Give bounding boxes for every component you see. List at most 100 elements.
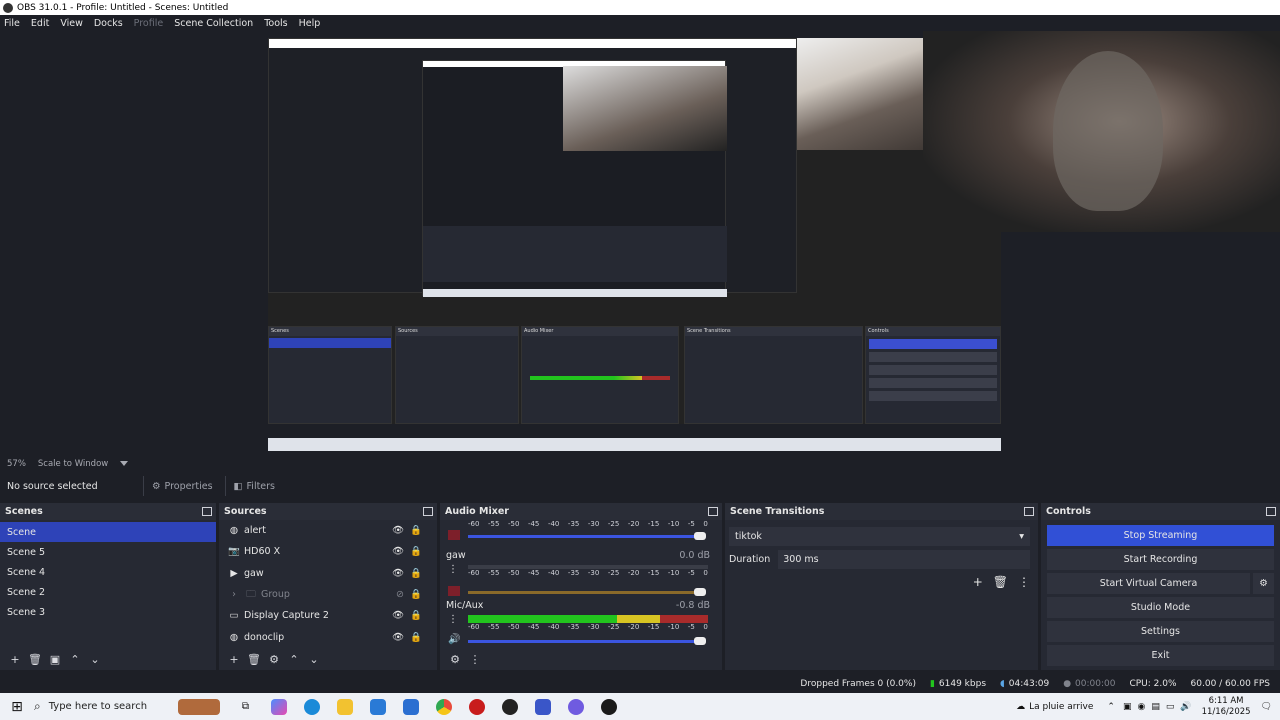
menu-docks[interactable]: Docks [94,18,123,29]
obs-taskbar-icon[interactable] [493,698,526,715]
transition-select[interactable]: tiktok ▾ [729,527,1030,546]
start-recording-button[interactable]: Start Recording [1047,549,1274,570]
menu-help[interactable]: Help [299,18,321,29]
add-icon[interactable]: + [6,651,24,667]
start-virtual-camera-button[interactable]: Start Virtual Camera [1047,573,1250,594]
file-explorer-icon[interactable] [328,698,361,715]
studio-mode-button[interactable]: Studio Mode [1047,597,1274,618]
source-item[interactable]: ▶ gaw 👁 🔒 [219,563,437,584]
lock-icon[interactable]: 🔒 [410,525,422,536]
eye-icon[interactable]: 👁 [392,632,404,643]
lock-icon[interactable]: 🔒 [410,632,422,643]
filters-button[interactable]: ◧ Filters [224,476,283,496]
source-item[interactable]: ▭ Display Capture 2 👁 🔒 [219,605,437,626]
eye-icon[interactable]: 👁 [392,546,404,557]
notification-icon[interactable]: 🗨 [1261,702,1272,712]
mute-icon[interactable] [448,586,460,596]
mail-icon[interactable] [394,698,427,715]
volume-knob[interactable] [694,637,706,645]
properties-button[interactable]: ⚙ Properties [143,476,221,496]
taskbar-search[interactable]: ⌕ Type here to search [34,699,169,714]
chevron-right-icon[interactable]: › [227,589,241,600]
task-view-icon[interactable]: ⧉ [229,701,262,712]
more-vertical-icon[interactable]: ⋮ [1018,575,1030,589]
duration-input[interactable]: 300 ms [778,550,1030,569]
volume-knob[interactable] [694,588,706,596]
filter-icon[interactable]: ▣ [46,651,64,667]
tray-app-icon[interactable]: ▣ [1123,702,1132,712]
app-taskbar-icon[interactable] [526,698,559,715]
lock-icon[interactable]: 🔒 [410,546,422,557]
chevron-up-icon[interactable]: ⌃ [1107,702,1115,712]
trash-icon[interactable]: 🗑 [245,651,263,667]
tray-app-icon[interactable]: ▤ [1151,702,1160,712]
preview-area[interactable]: Scenes Sources Audio Mixer Scene Transit… [0,31,1280,456]
source-item[interactable]: 📷 HD60 X 👁 🔒 [219,541,437,562]
eye-icon[interactable]: 👁 [392,568,404,579]
source-item[interactable]: ◍ alert 👁 🔒 [219,520,437,541]
volume-slider[interactable] [468,640,704,643]
menu-edit[interactable]: Edit [31,18,49,29]
more-vertical-icon[interactable]: ⋮ [466,651,484,667]
chevron-down-icon[interactable]: ⌄ [305,651,323,667]
gear-icon[interactable]: ⚙ [446,651,464,667]
taskbar-thumbnail[interactable] [169,698,229,715]
add-icon[interactable]: + [973,575,983,589]
scene-item[interactable]: Scene 5 [0,542,216,562]
menu-view[interactable]: View [60,18,83,29]
lock-icon[interactable]: 🔒 [410,568,422,579]
chevron-down-icon[interactable]: ⌄ [86,651,104,667]
menu-tools[interactable]: Tools [264,18,287,29]
weather-icon[interactable]: ☁ [1016,702,1025,712]
chrome-icon[interactable] [427,698,460,715]
popout-icon[interactable] [423,507,433,516]
clock[interactable]: 6:11 AM 11/16/2025 [1202,696,1251,718]
menu-profile[interactable]: Profile [134,18,164,29]
store-icon[interactable] [361,698,394,715]
weather-text[interactable]: La pluie arrive [1029,702,1093,712]
exit-button[interactable]: Exit [1047,645,1274,666]
scene-item[interactable]: Scene 2 [0,582,216,602]
stop-streaming-button[interactable]: Stop Streaming [1047,525,1274,546]
volume-slider[interactable] [468,535,704,538]
chevron-up-icon[interactable]: ⌃ [66,651,84,667]
add-icon[interactable]: + [225,651,243,667]
copilot-icon[interactable] [262,698,295,715]
lock-icon[interactable]: 🔒 [410,589,422,600]
windows-start-icon[interactable]: ⊞ [0,699,34,715]
network-icon[interactable]: ▭ [1166,702,1175,712]
eye-hidden-icon[interactable]: ⊘ [396,589,404,600]
eye-icon[interactable]: 👁 [392,525,404,536]
tray-app-icon[interactable]: ◉ [1137,702,1145,712]
mute-icon[interactable] [448,530,460,540]
volume-icon[interactable]: 🔊 [1180,702,1191,712]
scene-item[interactable]: Scene [0,522,216,542]
gear-icon[interactable]: ⚙ [1253,573,1274,594]
more-vertical-icon[interactable]: ⋮ [448,614,458,625]
trash-icon[interactable]: 🗑 [993,575,1008,589]
4k-app-icon[interactable] [592,698,625,715]
trash-icon[interactable]: 🗑 [26,651,44,667]
source-item[interactable]: ◍ donoclip 👁 🔒 [219,626,437,647]
settings-button[interactable]: Settings [1047,621,1274,642]
popout-icon[interactable] [708,507,718,516]
popout-icon[interactable] [1266,507,1276,516]
scene-item[interactable]: Scene 3 [0,602,216,622]
edge-icon[interactable] [295,698,328,715]
volume-slider[interactable] [468,591,704,594]
speaker-icon[interactable]: 🔊 [448,634,460,645]
preview-canvas[interactable]: Scenes Sources Audio Mixer Scene Transit… [268,38,1001,451]
chevron-up-icon[interactable]: ⌃ [285,651,303,667]
more-vertical-icon[interactable]: ⋮ [448,564,458,575]
popout-icon[interactable] [1024,507,1034,516]
app-red-icon[interactable] [460,698,493,715]
menu-file[interactable]: File [4,18,20,29]
eye-icon[interactable]: 👁 [392,610,404,621]
volume-knob[interactable] [694,532,706,540]
scene-item[interactable]: Scene 4 [0,562,216,582]
source-item[interactable]: › 🗀 Group ⊘ 🔒 [219,584,437,605]
discord-icon[interactable] [559,698,592,715]
zoom-mode[interactable]: Scale to Window [38,459,108,469]
popout-icon[interactable] [202,507,212,516]
lock-icon[interactable]: 🔒 [410,610,422,621]
